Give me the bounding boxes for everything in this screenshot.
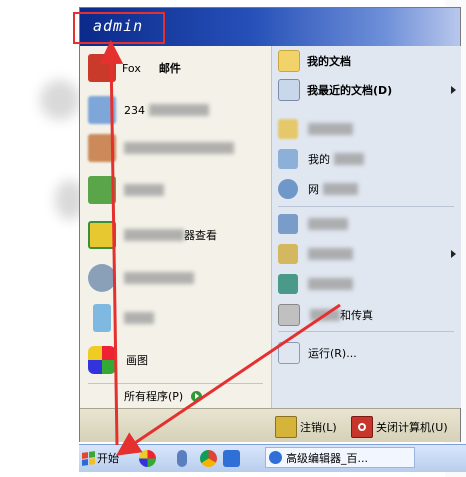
email-label: 邮件: [158, 62, 181, 75]
windows-flag-icon: [82, 450, 95, 466]
quicklaunch-butterfly-icon[interactable]: [139, 450, 156, 467]
paint-item[interactable]: 画图: [88, 346, 148, 374]
program-item-4[interactable]: [88, 176, 164, 204]
taskbar-window-label: 高级编辑器_百...: [286, 451, 368, 465]
viewer-icon: [88, 221, 116, 249]
desktop-left: [0, 0, 85, 477]
printers-item[interactable]: 和传真: [278, 304, 373, 326]
run-icon: [278, 342, 300, 364]
viewer-label: 器查看: [184, 229, 217, 242]
recent-documents-label: 我最近的文档(D): [307, 84, 393, 97]
run-item[interactable]: 运行(R)...: [278, 342, 357, 364]
program-item-2[interactable]: 234: [88, 96, 209, 124]
control-panel-icon: [278, 214, 298, 234]
shutdown-button[interactable]: 关闭计算机(U): [351, 416, 448, 438]
right-item-7[interactable]: [278, 244, 456, 264]
chrome-icon[interactable]: [200, 450, 217, 467]
folder-icon: [278, 50, 300, 72]
my-documents-label: 我的文档: [307, 55, 351, 68]
email-partial-label: Fox: [122, 61, 141, 75]
right-item-3[interactable]: [278, 119, 353, 139]
power-icon: [351, 416, 373, 438]
annotation-box: [73, 12, 165, 44]
start-button[interactable]: 开始: [79, 447, 127, 469]
shutdown-label: 关闭计算机(U): [376, 421, 448, 434]
run-label: 运行(R)...: [308, 347, 357, 360]
printers-label: 和传真: [340, 309, 373, 322]
separator: [88, 383, 263, 384]
blurred-text: [323, 183, 358, 195]
blurred-text: [310, 309, 340, 321]
recent-icon: [278, 79, 300, 101]
blurred-text: [149, 104, 209, 116]
right-item-4[interactable]: 我的: [278, 149, 364, 169]
all-programs-button[interactable]: 所有程序(P): [124, 387, 203, 405]
separator: [278, 206, 454, 207]
program-item-3[interactable]: [88, 134, 234, 162]
program-item-6[interactable]: [88, 264, 194, 292]
program-icon: [88, 96, 116, 124]
my-documents-item[interactable]: 我的文档: [278, 50, 351, 72]
network-icon: [278, 179, 298, 199]
program-icon: [88, 134, 116, 162]
paint-label: 画图: [126, 354, 148, 367]
program-icon: [278, 274, 298, 294]
start-menu: admin Fox 邮件 234 器查看 画图 所有程序(P) 我的文档 我最近…: [79, 7, 461, 442]
menu-footer: 注销(L) 关闭计算机(U): [80, 408, 460, 442]
computer-icon: [278, 149, 298, 169]
program-icon: [88, 176, 116, 204]
right-item-5-label: 网: [308, 183, 319, 196]
blurred-text: [124, 272, 194, 284]
key-icon: [275, 416, 297, 438]
blurred-text: [124, 184, 164, 196]
taskbar-window-button[interactable]: 高级编辑器_百...: [265, 447, 415, 468]
blurred-text: [308, 218, 348, 230]
blurred-text: [334, 153, 364, 165]
blurred-text: [308, 123, 353, 135]
all-programs-label: 所有程序(P): [124, 390, 184, 403]
ie-icon[interactable]: [223, 450, 240, 467]
taskbar: 开始 高级编辑器_百...: [79, 444, 466, 472]
right-item-8[interactable]: [278, 274, 353, 294]
quicklaunch-person-icon[interactable]: [177, 450, 187, 467]
printer-icon: [278, 304, 300, 326]
logoff-button[interactable]: 注销(L): [275, 416, 337, 438]
program-item-5[interactable]: 器查看: [88, 221, 217, 249]
recent-documents-item[interactable]: 我最近的文档(D): [278, 79, 456, 101]
blurred-text: [308, 278, 353, 290]
blurred-text: [124, 229, 184, 241]
logoff-label: 注销(L): [300, 421, 337, 434]
left-pane: Fox 邮件 234 器查看 画图 所有程序(P): [80, 46, 271, 408]
right-item-6[interactable]: [278, 214, 348, 234]
start-label: 开始: [97, 452, 119, 465]
blurred-text: [124, 312, 154, 324]
right-item-5[interactable]: 网: [278, 179, 358, 199]
submenu-arrow-icon: [451, 86, 456, 94]
folder-icon: [278, 119, 298, 139]
green-arrow-icon: [191, 390, 203, 402]
program-item-7[interactable]: [88, 304, 154, 332]
blurred-text: [124, 142, 234, 154]
program-label: 234: [124, 103, 145, 117]
right-item-4-label: 我的: [308, 153, 330, 166]
submenu-arrow-icon: [451, 250, 456, 258]
program-icon: [278, 244, 298, 264]
foxmail-icon: [88, 54, 116, 82]
email-item[interactable]: Fox 邮件: [88, 54, 181, 82]
ie-icon: [269, 451, 282, 464]
right-pane: 我的文档 我最近的文档(D) 我的 网 和传真 运行(R)...: [271, 46, 461, 408]
blurred-text: [308, 248, 353, 260]
search-icon: [88, 264, 116, 292]
paint-icon: [88, 346, 116, 374]
notepad-icon: [93, 304, 111, 332]
separator: [278, 331, 454, 332]
